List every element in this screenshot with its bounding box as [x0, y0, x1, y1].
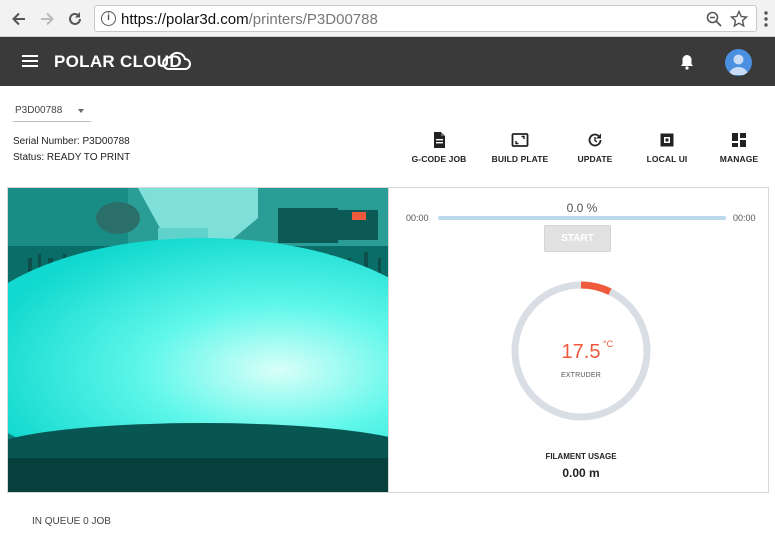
url-text: https://polar3d.com/printers/P3D00788: [121, 11, 378, 28]
printer-select[interactable]: P3D00788: [13, 101, 91, 122]
user-icon: [729, 54, 748, 75]
time-remaining: 00:00: [733, 213, 756, 223]
zoom-icon[interactable]: [705, 10, 723, 28]
back-arrow-icon: [12, 12, 25, 26]
info-icon[interactable]: i: [101, 11, 116, 26]
hamburger-menu-icon[interactable]: [22, 55, 38, 67]
printer-select-value: P3D00788: [15, 105, 63, 116]
bell-icon[interactable]: [679, 53, 695, 71]
cloud-logo-icon: [162, 51, 191, 70]
queue-status[interactable]: IN QUEUE 0 JOB: [32, 516, 111, 527]
reload-button[interactable]: [64, 8, 86, 30]
forward-button[interactable]: [36, 8, 58, 30]
build-plate-button[interactable]: BUILD PLATE: [490, 131, 550, 167]
app-header: POLAR CLOUD: [0, 37, 775, 86]
document-icon: [434, 132, 445, 148]
filament-usage-value: 0.00 m: [562, 466, 600, 480]
update-button[interactable]: UPDATE: [576, 131, 614, 167]
star-icon[interactable]: [730, 10, 748, 28]
filament-usage-label: FILAMENT USAGE: [545, 452, 617, 461]
chevron-down-icon: [78, 109, 84, 113]
browser-toolbar: i https://polar3d.com/printers/P3D00788: [0, 0, 775, 37]
serial-number: Serial Number: P3D00788: [13, 136, 130, 147]
chip-icon: [660, 133, 674, 147]
gcode-job-button[interactable]: G-CODE JOB: [410, 131, 468, 167]
temperature-unit: °C: [603, 339, 614, 349]
printer-status: Status: READY TO PRINT: [13, 152, 131, 163]
progress-percent: 0.0 %: [566, 201, 598, 215]
local-ui-button[interactable]: LOCAL UI: [644, 131, 690, 167]
time-elapsed: 00:00: [406, 213, 429, 223]
webcam-feed[interactable]: [8, 188, 389, 492]
dashboard-icon: [732, 133, 746, 147]
progress-bar: [438, 216, 726, 220]
printer-panel: [7, 187, 769, 493]
webcam-image: [8, 188, 388, 492]
address-bar[interactable]: i https://polar3d.com/printers/P3D00788: [94, 5, 757, 32]
forward-arrow-icon: [41, 12, 54, 26]
start-button[interactable]: START: [544, 225, 611, 252]
update-icon: [588, 133, 602, 147]
manage-button[interactable]: MANAGE: [718, 131, 760, 167]
build-plate-icon: [511, 133, 529, 147]
user-avatar[interactable]: [725, 49, 752, 76]
extruder-label: EXTRUDER: [560, 372, 602, 379]
gauge-value-arc: [580, 281, 612, 295]
browser-menu-icon[interactable]: [758, 10, 774, 28]
back-button[interactable]: [8, 8, 30, 30]
reload-icon: [69, 12, 81, 25]
